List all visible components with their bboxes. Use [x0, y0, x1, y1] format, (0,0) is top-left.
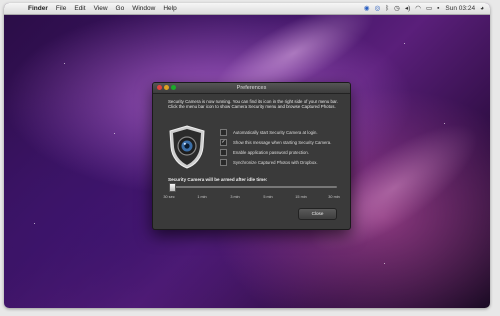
flag-icon[interactable]: ▪	[437, 3, 439, 14]
menu-go[interactable]: Go	[116, 5, 125, 12]
option-password-protection[interactable]: Enable application password protection.	[220, 147, 346, 157]
close-window-button[interactable]	[157, 85, 162, 90]
slider-knob[interactable]	[169, 183, 176, 192]
option-label: Enable application password protection.	[233, 149, 309, 155]
option-label: Synchronize Captured Photos with Dropbox…	[233, 159, 318, 165]
idle-time-slider[interactable]	[169, 183, 337, 192]
menu-bar: Finder File Edit View Go Window Help ◉ ◎…	[4, 3, 490, 15]
menu-finder[interactable]: Finder	[28, 5, 48, 12]
window-title: Preferences	[236, 85, 267, 91]
close-button[interactable]: Close	[298, 208, 337, 220]
shield-camera-icon	[169, 125, 205, 169]
menu-window[interactable]: Window	[132, 5, 155, 12]
menu-help[interactable]: Help	[163, 5, 176, 12]
checkbox[interactable]	[220, 128, 227, 136]
tick-label: 3 min	[230, 195, 240, 199]
battery-icon[interactable]: ▭	[426, 3, 432, 14]
option-show-message[interactable]: ✓ Show this message when starting Securi…	[220, 137, 346, 147]
user-icon[interactable]: ◕	[480, 3, 484, 14]
option-dropbox-sync[interactable]: Synchronize Captured Photos with Dropbox…	[220, 157, 346, 167]
tick-label: 15 min	[295, 195, 307, 199]
options-list: Automatically start Security Camera at l…	[220, 127, 346, 167]
option-label: Show this message when starting Security…	[233, 139, 332, 145]
minimize-window-button[interactable]	[164, 85, 169, 90]
tick-label: 30 min	[328, 195, 340, 199]
tick-label: 30 sec	[163, 195, 175, 199]
menu-view[interactable]: View	[94, 5, 108, 12]
checkbox[interactable]	[220, 148, 227, 156]
option-start-at-login[interactable]: Automatically start Security Camera at l…	[220, 127, 346, 137]
camera-icon[interactable]: ◉	[364, 3, 370, 14]
zoom-window-button[interactable]	[171, 85, 176, 90]
slider-ticks: 30 sec 1 min 3 min 5 min 15 min 30 min	[162, 195, 344, 201]
checkbox[interactable]	[220, 158, 227, 166]
wifi-icon[interactable]: ◠	[415, 3, 421, 14]
status-area: ◉ ◎ ᛒ ◷ ◂) ◠ ▭ ▪ Sun 03:24 ◕	[359, 3, 484, 14]
bluetooth-icon[interactable]: ᛒ	[385, 3, 389, 14]
idle-time-label: Security Camera will be armed after idle…	[168, 177, 268, 182]
menu-file[interactable]: File	[56, 5, 66, 12]
search-icon[interactable]: ◎	[375, 3, 381, 14]
time-machine-icon[interactable]: ◷	[394, 3, 400, 14]
intro-text: Security Camera is now running. You can …	[168, 99, 338, 110]
volume-icon[interactable]: ◂)	[405, 3, 410, 14]
tick-label: 1 min	[197, 195, 207, 199]
clock[interactable]: Sun 03:24	[445, 3, 475, 14]
title-bar[interactable]: Preferences	[153, 83, 350, 94]
tick-label: 5 min	[263, 195, 273, 199]
option-label: Automatically start Security Camera at l…	[233, 129, 318, 135]
preferences-window: Preferences Security Camera is now runni…	[152, 82, 351, 230]
checkbox-checked[interactable]: ✓	[220, 138, 227, 146]
menu-edit[interactable]: Edit	[74, 5, 85, 12]
